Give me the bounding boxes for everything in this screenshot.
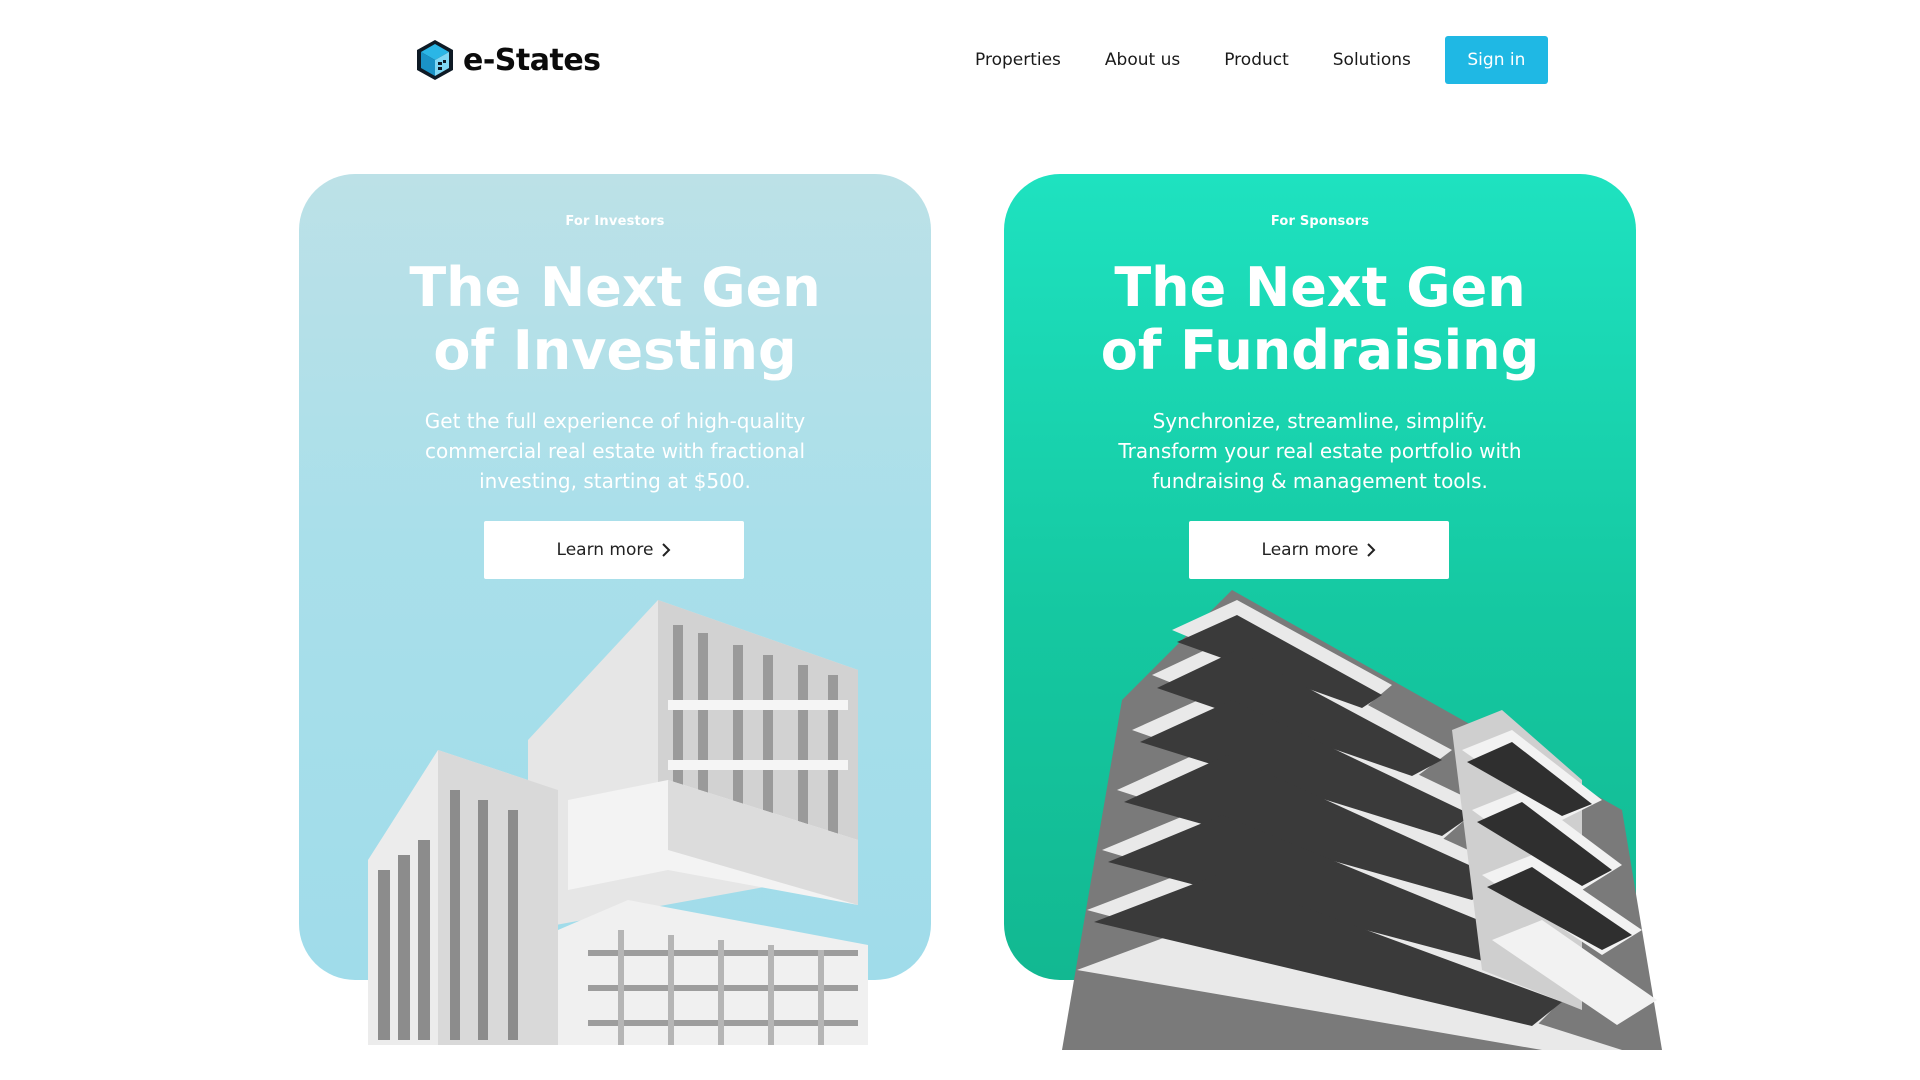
cube-logo-icon: [417, 40, 453, 80]
sign-in-button[interactable]: Sign in: [1444, 36, 1548, 84]
investors-title: The Next Gen of Investing: [299, 256, 931, 382]
investors-learn-more-button[interactable]: Learn more: [484, 521, 744, 579]
investors-desc-line3: investing, starting at $500.: [479, 469, 751, 493]
sponsors-title-line2: of Fundraising: [1100, 319, 1540, 382]
sponsors-desc-line2: Transform your real estate portfolio wit…: [1118, 439, 1522, 463]
balcony-building-image: [1062, 590, 1662, 1050]
investors-desc-line1: Get the full experience of high-quality: [424, 409, 806, 433]
investors-description: Get the full experience of high-quality …: [359, 406, 871, 496]
brand-name: e-States: [463, 42, 601, 78]
sponsors-desc-line3: fundraising & management tools.: [1152, 469, 1488, 493]
investors-eyebrow: For Investors: [565, 214, 665, 229]
brand-logo[interactable]: e-States: [413, 38, 601, 82]
sponsors-learn-more-label: Learn more: [1261, 540, 1359, 560]
investors-desc-line2: commercial real estate with fractional: [424, 439, 806, 463]
nav-item-solutions[interactable]: Solutions: [1333, 50, 1411, 70]
sponsors-eyebrow: For Sponsors: [1270, 214, 1370, 229]
sponsors-learn-more-button[interactable]: Learn more: [1189, 521, 1449, 579]
white-building-image: [368, 600, 868, 1045]
main-nav: Properties About us Product Solutions Si…: [975, 36, 1548, 84]
investors-title-line1: The Next Gen: [409, 256, 821, 319]
nav-item-about-us[interactable]: About us: [1105, 50, 1180, 70]
sponsors-desc-line1: Synchronize, streamline, simplify.: [1152, 409, 1488, 433]
investors-learn-more-label: Learn more: [556, 540, 654, 560]
investors-title-line2: of Investing: [433, 319, 797, 382]
chevron-right-icon: [1367, 543, 1376, 557]
sponsors-description: Synchronize, streamline, simplify. Trans…: [1064, 406, 1576, 496]
chevron-right-icon: [662, 543, 671, 557]
site-header: e-States Properties About us Product Sol…: [0, 0, 1920, 120]
nav-item-product[interactable]: Product: [1224, 50, 1289, 70]
nav-item-properties[interactable]: Properties: [975, 50, 1061, 70]
sponsors-title-line1: The Next Gen: [1114, 256, 1526, 319]
sponsors-title: The Next Gen of Fundraising: [1004, 256, 1636, 382]
